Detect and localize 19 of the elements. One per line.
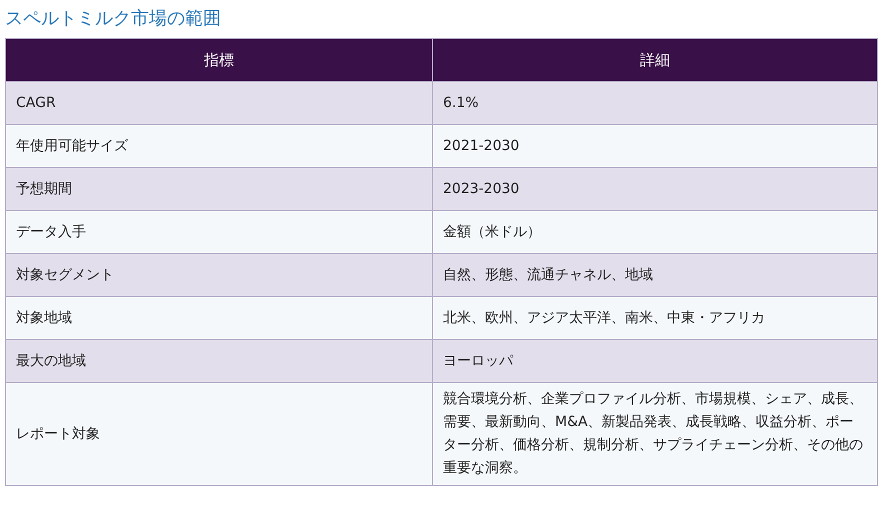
table-cell: ヨーロッパ [432, 340, 878, 382]
table-cell: 北米、欧州、アジア太平洋、南米、中東・アフリカ [432, 296, 878, 340]
table-cell: 金額（米ドル） [432, 210, 878, 254]
table-cell: レポート対象 [6, 382, 432, 486]
table-cell: 2021-2030 [432, 124, 878, 168]
table-cell: 対象地域 [6, 296, 432, 340]
table-cell: 年使用可能サイズ [6, 124, 432, 168]
table-cell: CAGR [6, 82, 432, 124]
table-cell: 予想期間 [6, 168, 432, 210]
table-cell: 6.1% [432, 82, 878, 124]
table-cell: 最大の地域 [6, 340, 432, 382]
table-cell: 対象セグメント [6, 254, 432, 296]
table-cell: 2023-2030 [432, 168, 878, 210]
page-title: スペルトミルク市場の範囲 [5, 7, 222, 31]
table-cell: 自然、形態、流通チャネル、地域 [432, 254, 878, 296]
column-header: 指標 [6, 38, 432, 82]
table-cell: データ入手 [6, 210, 432, 254]
table-cell: 競合環境分析、企業プロファイル分析、市場規模、シェア、成長、需要、最新動向、M&A、新製品発表、成長戦略、収益分析、ポーター分析、価格分析、規制分析、サプライチェーン分析、その他の重要な洞察。 [432, 382, 878, 486]
column-header: 詳細 [432, 38, 878, 82]
